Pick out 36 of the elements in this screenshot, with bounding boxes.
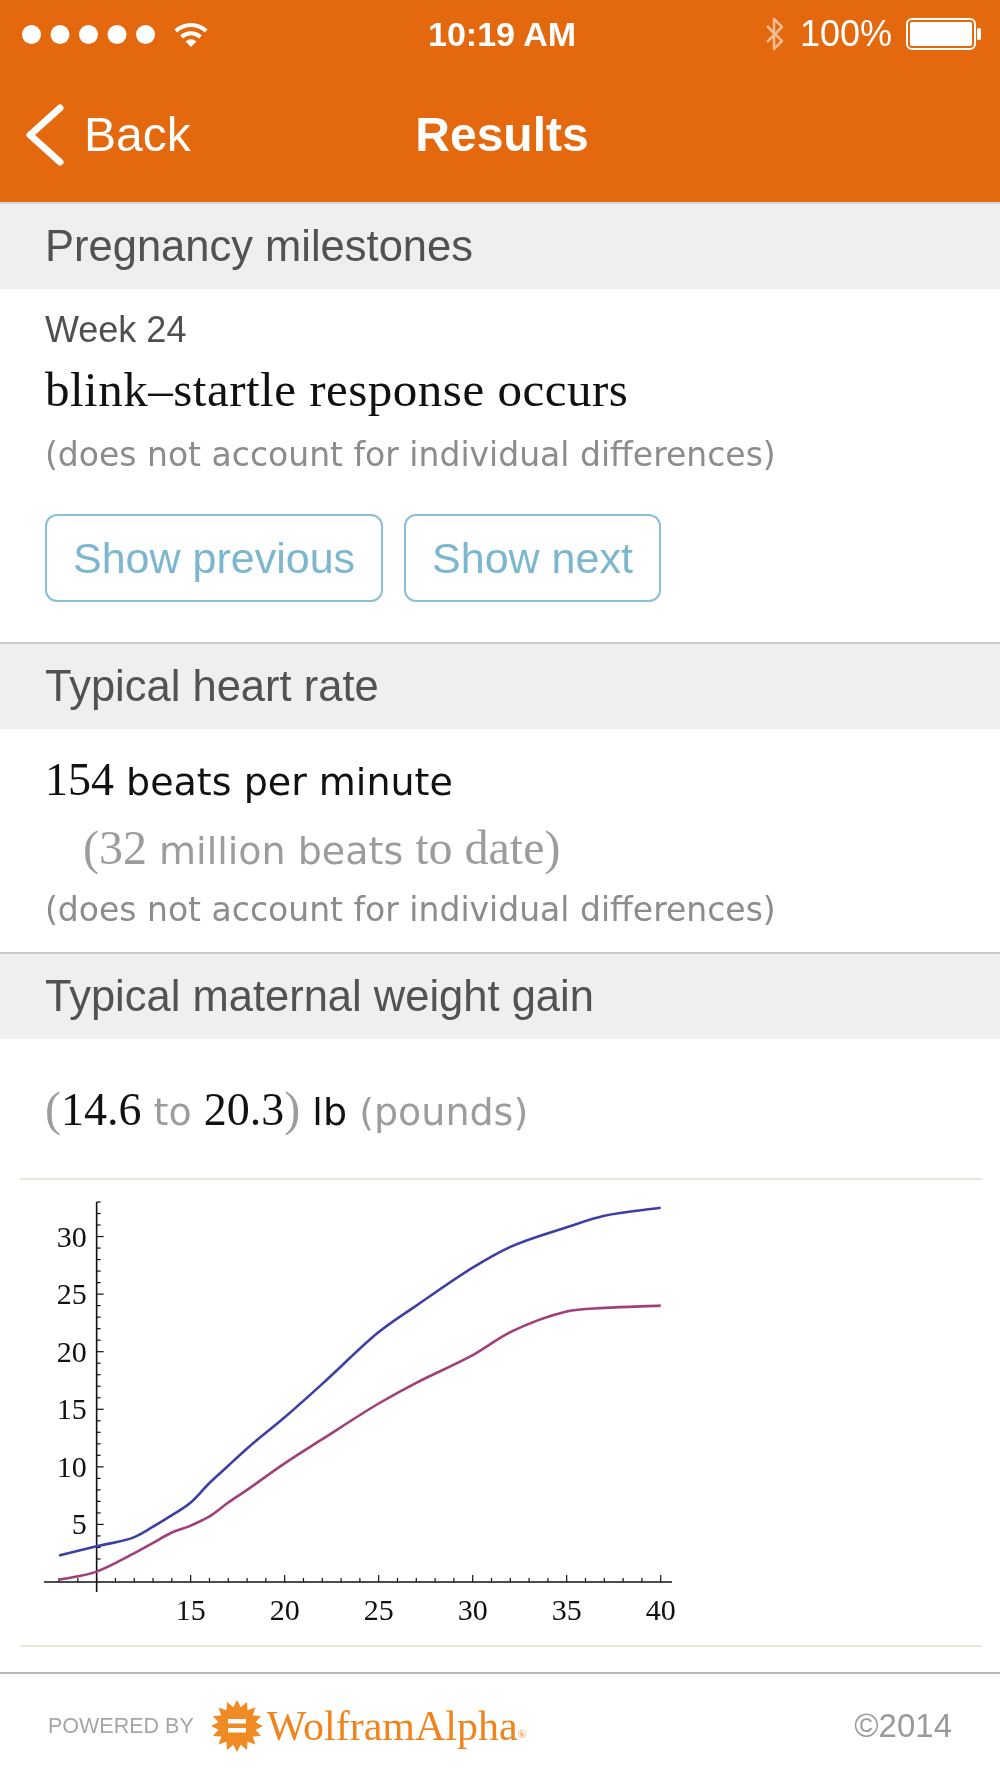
week-label: Week 24 bbox=[45, 308, 188, 352]
chevron-left-icon bbox=[24, 104, 66, 166]
section-header: Typical heart rate bbox=[0, 642, 1000, 729]
section-header: Pregnancy milestones bbox=[0, 202, 1000, 289]
y-tick-label: 15 bbox=[56, 1392, 87, 1426]
status-time: 10:19 AM bbox=[428, 14, 576, 54]
y-tick-label: 5 bbox=[71, 1507, 87, 1541]
battery-percentage: 100% bbox=[799, 14, 892, 54]
x-tick-label: 40 bbox=[645, 1593, 676, 1626]
x-tick-label: 35 bbox=[551, 1593, 582, 1626]
show-previous-button[interactable]: Show previous bbox=[45, 514, 384, 602]
x-tick-label: 25 bbox=[363, 1593, 394, 1626]
wifi-icon bbox=[173, 20, 209, 48]
y-tick-label: 25 bbox=[56, 1277, 87, 1311]
milestone-text: blink–startle response occurs bbox=[45, 362, 630, 418]
show-next-button[interactable]: Show next bbox=[404, 514, 661, 602]
section-header: Typical maternal weight gain bbox=[0, 952, 1000, 1039]
battery-icon bbox=[906, 18, 982, 50]
signal-strength-icon bbox=[22, 24, 155, 44]
x-tick-label: 15 bbox=[175, 1593, 206, 1626]
page-title: Results bbox=[415, 107, 589, 163]
weight-gain-range: (14.6 to 20.3) lb (pounds) bbox=[44, 1084, 530, 1134]
copyright-text: ©2014 bbox=[854, 1707, 952, 1745]
disclaimer-note: (does not account for individual differences) bbox=[45, 889, 777, 931]
powered-by-label: POWERED BY bbox=[48, 1713, 194, 1739]
y-tick-label: 20 bbox=[56, 1334, 87, 1368]
back-button[interactable]: Back bbox=[24, 104, 191, 166]
starburst-logo-icon bbox=[210, 1700, 263, 1752]
x-tick-label: 30 bbox=[457, 1593, 488, 1626]
bluetooth-icon bbox=[763, 15, 786, 53]
heart-rate-value: 154 beats per minute bbox=[45, 755, 454, 805]
beats-to-date-text: (32 million beats to date) bbox=[82, 823, 562, 873]
y-tick-label: 10 bbox=[56, 1449, 87, 1483]
y-tick-label: 30 bbox=[56, 1219, 87, 1253]
x-tick-label: 20 bbox=[269, 1593, 300, 1626]
disclaimer-note: (does not account for individual differences) bbox=[45, 434, 777, 476]
